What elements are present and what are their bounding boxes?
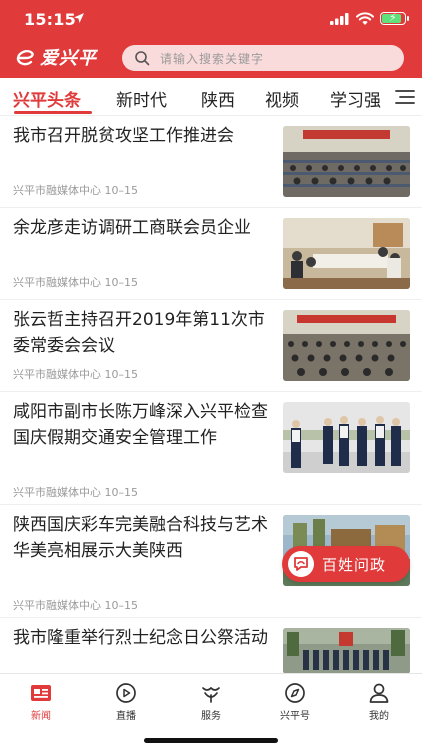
news-source: 兴平市融媒体中心 [13,184,101,197]
news-meta: 兴平市融媒体中心 10–15 [13,484,138,500]
app-logo: 爱兴平 [14,44,97,70]
tab-study[interactable]: 学习强 [330,86,381,111]
service-icon [202,686,220,703]
compass-icon [285,683,305,703]
news-thumbnail [283,218,410,289]
inquiry-icon [288,551,314,577]
battery-icon: ⚡ [380,11,409,25]
category-tabs: 兴平头条 新时代 陕西 视频 学习强 [0,78,422,116]
nav-xingping-account-label: 兴平号 [280,711,310,722]
news-thumbnail [283,126,410,197]
public-inquiry-label: 百姓问政 [322,555,387,574]
nav-service-label: 服务 [201,711,221,722]
nav-live-label: 直播 [116,711,136,722]
news-date: 10–15 [104,486,139,499]
nav-profile-label: 我的 [369,711,389,722]
app-logo-text: 爱兴平 [40,48,97,69]
nav-profile[interactable]: 我的 [349,682,409,722]
news-item[interactable]: 余龙彦走访调研工商联会员企业 兴平市融媒体中心 10–15 [0,208,422,300]
public-inquiry-button[interactable]: 百姓问政 [282,546,410,582]
home-indicator[interactable] [144,738,278,743]
tab-new-era[interactable]: 新时代 [116,86,167,111]
news-source: 兴平市融媒体中心 [13,276,101,289]
location-arrow-icon [74,13,84,23]
nav-live[interactable]: 直播 [96,682,156,722]
news-meta: 兴平市融媒体中心 10–15 [13,597,138,613]
tab-xingping-headlines[interactable]: 兴平头条 [13,86,81,111]
news-meta: 兴平市融媒体中心 10–15 [13,366,138,382]
nav-news[interactable]: 新闻 [11,682,71,722]
news-icon [31,685,51,701]
wifi-icon [356,12,374,25]
search-icon [135,51,150,66]
app-header: 15:15 ⚡ 爱兴平 请输入搜索关键字 [0,0,422,78]
news-date: 10–15 [104,368,139,381]
active-tab-indicator [14,111,92,114]
news-date: 10–15 [104,184,139,197]
news-item[interactable]: 我市隆重举行烈士纪念日公祭活动 [0,618,422,678]
news-date: 10–15 [104,599,139,612]
news-source: 兴平市融媒体中心 [13,368,101,381]
search-bar[interactable]: 请输入搜索关键字 [122,45,404,71]
news-meta: 兴平市融媒体中心 10–15 [13,274,138,290]
channel-menu-icon[interactable] [394,88,416,106]
app-logo-icon [16,50,34,66]
news-item[interactable]: 我市召开脱贫攻坚工作推进会 兴平市融媒体中心 10–15 [0,116,422,208]
user-icon [369,683,389,703]
live-play-icon [116,683,136,703]
news-title: 余龙彦走访调研工商联会员企业 [13,218,251,238]
news-thumbnail [283,310,410,381]
news-item[interactable]: 咸阳市副市长陈万峰深入兴平检查国庆假期交通安全管理工作 兴平市融媒体中心 10–… [0,392,422,505]
news-meta: 兴平市融媒体中心 10–15 [13,182,138,198]
news-item[interactable]: 张云哲主持召开2019年第11次市委常委会会议 兴平市融媒体中心 10–15 [0,300,422,392]
news-source: 兴平市融媒体中心 [13,486,101,499]
tab-video[interactable]: 视频 [265,86,299,111]
tab-shaanxi[interactable]: 陕西 [201,86,235,111]
cellular-signal-icon [330,13,349,25]
news-source: 兴平市融媒体中心 [13,599,101,612]
status-time: 15:15 [24,10,76,29]
nav-xingping-account[interactable]: 兴平号 [265,682,325,722]
news-title: 咸阳市副市长陈万峰深入兴平检查国庆假期交通安全管理工作 [13,402,268,448]
news-thumbnail [283,628,410,674]
search-placeholder: 请输入搜索关键字 [160,51,265,66]
status-bar: 15:15 ⚡ [0,0,422,38]
nav-news-label: 新闻 [31,711,51,722]
news-title: 张云哲主持召开2019年第11次市委常委会会议 [13,310,265,356]
news-title: 我市召开脱贫攻坚工作推进会 [13,126,234,146]
news-date: 10–15 [104,276,139,289]
news-title: 我市隆重举行烈士纪念日公祭活动 [13,628,268,648]
news-title: 陕西国庆彩车完美融合科技与艺术华美亮相展示大美陕西 [13,515,268,561]
nav-service[interactable]: 服务 [181,682,241,722]
news-thumbnail [283,402,410,473]
